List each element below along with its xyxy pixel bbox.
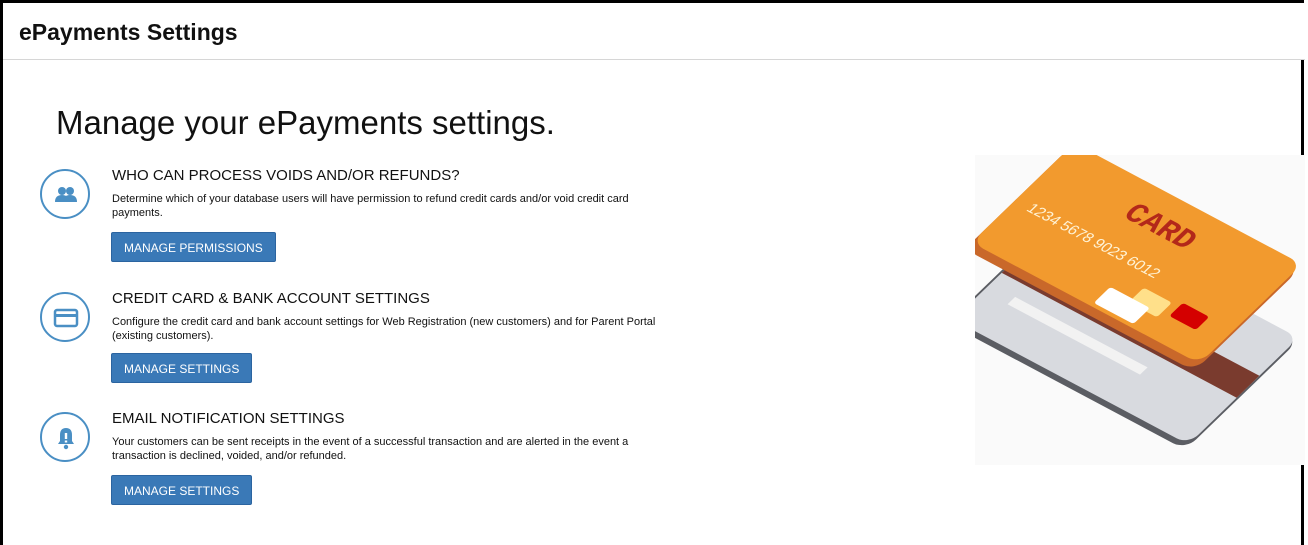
section-description: Your customers can be sent receipts in t… (112, 436, 629, 462)
section-voids-refunds: WHO CAN PROCESS VOIDS AND/OR REFUNDS? De… (40, 167, 680, 267)
users-icon (40, 169, 90, 219)
bell-icon (40, 412, 90, 462)
manage-permissions-button[interactable]: MANAGE PERMISSIONS (111, 232, 276, 262)
section-description: Determine which of your database users w… (112, 193, 629, 219)
section-description: Configure the credit card and bank accou… (112, 316, 656, 342)
page-heading: Manage your ePayments settings. (56, 104, 555, 141)
section-title: EMAIL NOTIFICATION SETTINGS (112, 410, 345, 427)
header-title: ePayments Settings (19, 19, 238, 45)
section-title: CREDIT CARD & BANK ACCOUNT SETTINGS (112, 290, 430, 307)
section-card-bank-settings: CREDIT CARD & BANK ACCOUNT SETTINGS Conf… (40, 290, 680, 390)
credit-card-illustration: CARD 1234 5678 9023 6012 (953, 147, 1305, 465)
manage-card-settings-button[interactable]: MANAGE SETTINGS (111, 353, 253, 383)
page-header: ePayments Settings (3, 3, 1305, 60)
manage-email-settings-button[interactable]: MANAGE SETTINGS (111, 475, 253, 505)
section-email-notifications: EMAIL NOTIFICATION SETTINGS Your custome… (40, 410, 680, 510)
section-title: WHO CAN PROCESS VOIDS AND/OR REFUNDS? (112, 167, 460, 184)
credit-card-icon (40, 292, 90, 342)
